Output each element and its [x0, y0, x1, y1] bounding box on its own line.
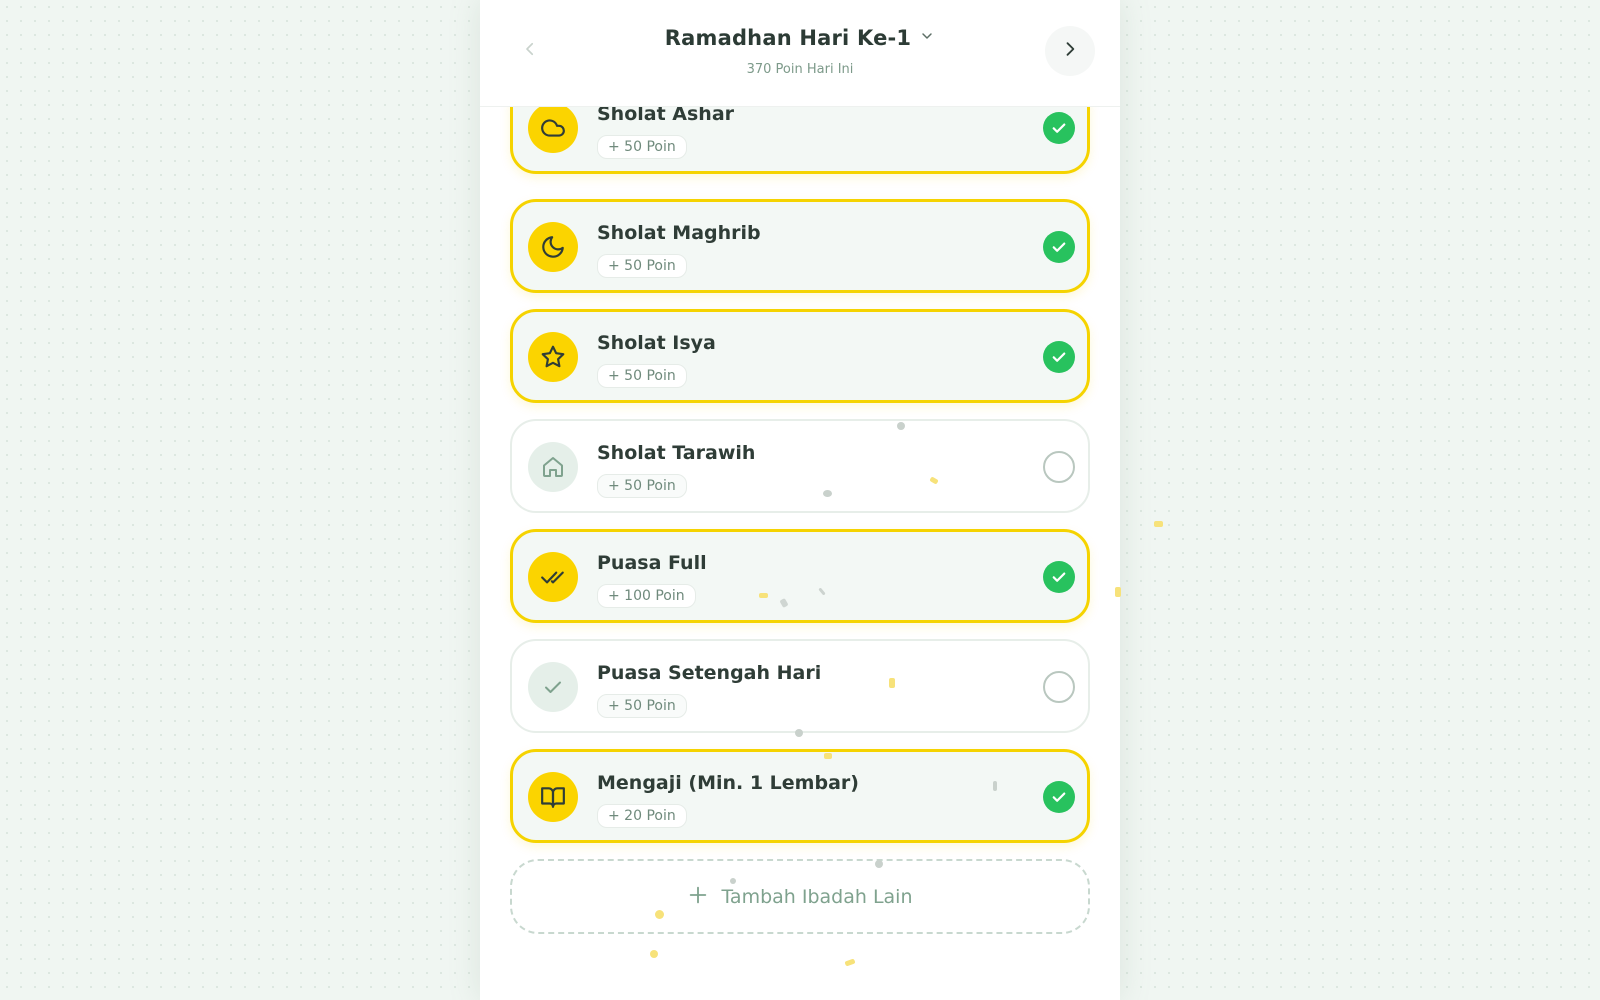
- points-badge: + 20 Poin: [597, 804, 687, 828]
- confetti-piece: [795, 729, 803, 737]
- daily-points: 370 Poin Hari Ini: [746, 62, 854, 77]
- chevron-right-icon: [1060, 39, 1080, 63]
- add-ibadah-button[interactable]: Tambah Ibadah Lain: [510, 859, 1090, 934]
- checked-icon[interactable]: [1043, 231, 1075, 263]
- confetti-piece: [655, 910, 664, 919]
- ibadah-card-mengaji[interactable]: Mengaji (Min. 1 Lembar) + 20 Poin: [510, 749, 1090, 843]
- checked-icon[interactable]: [1043, 112, 1075, 144]
- confetti-piece: [650, 950, 658, 958]
- moon-icon: [528, 222, 578, 272]
- confetti-piece: [730, 878, 736, 884]
- points-badge: + 100 Poin: [597, 584, 696, 608]
- points-badge: + 50 Poin: [597, 364, 687, 388]
- confetti-piece: [897, 422, 905, 430]
- star-icon: [528, 332, 578, 382]
- confetti-piece: [759, 593, 768, 598]
- confetti-piece: [1154, 521, 1163, 527]
- day-selector: Ramadhan Hari Ke-1 370 Poin Hari Ini: [480, 26, 1120, 77]
- ibadah-card-puasa-full[interactable]: Puasa Full + 100 Poin: [510, 529, 1090, 623]
- next-day-button[interactable]: [1045, 26, 1095, 76]
- confetti-piece: [844, 958, 856, 967]
- unchecked-circle-icon[interactable]: [1043, 671, 1075, 703]
- checked-icon[interactable]: [1043, 561, 1075, 593]
- app-screen: Sholat Ashar + 50 Poin Sholat Maghrib + …: [480, 0, 1120, 1000]
- ibadah-card-puasa-setengah-hari[interactable]: Puasa Setengah Hari + 50 Poin: [510, 639, 1090, 733]
- check-icon: [528, 662, 578, 712]
- chevron-down-icon: [919, 28, 935, 48]
- confetti-piece: [993, 781, 997, 791]
- add-ibadah-label: Tambah Ibadah Lain: [721, 885, 913, 908]
- checked-icon[interactable]: [1043, 341, 1075, 373]
- header: Ramadhan Hari Ke-1 370 Poin Hari Ini: [480, 0, 1120, 107]
- ibadah-title: Puasa Full: [597, 552, 707, 574]
- confetti-piece: [824, 753, 832, 759]
- confetti-piece: [875, 860, 883, 868]
- page-title: Ramadhan Hari Ke-1: [664, 26, 912, 50]
- unchecked-circle-icon[interactable]: [1043, 451, 1075, 483]
- double-check-icon: [528, 552, 578, 602]
- ibadah-title: Sholat Isya: [597, 332, 716, 354]
- points-badge: + 50 Poin: [597, 474, 687, 498]
- points-badge: + 50 Poin: [597, 694, 687, 718]
- book-icon: [528, 772, 578, 822]
- ibadah-card-sholat-maghrib[interactable]: Sholat Maghrib + 50 Poin: [510, 199, 1090, 293]
- points-badge: + 50 Poin: [597, 254, 687, 278]
- cloud-icon: [528, 103, 578, 153]
- plus-icon: [687, 884, 709, 910]
- ibadah-title: Sholat Maghrib: [597, 222, 761, 244]
- home-icon: [528, 442, 578, 492]
- points-badge: + 50 Poin: [597, 135, 687, 159]
- ibadah-card-sholat-isya[interactable]: Sholat Isya + 50 Poin: [510, 309, 1090, 403]
- confetti-piece: [889, 678, 895, 688]
- confetti-piece: [1115, 587, 1121, 597]
- ibadah-title: Sholat Tarawih: [597, 442, 756, 464]
- checked-icon[interactable]: [1043, 781, 1075, 813]
- day-dropdown[interactable]: Ramadhan Hari Ke-1: [665, 26, 936, 50]
- ibadah-card-sholat-tarawih[interactable]: Sholat Tarawih + 50 Poin: [510, 419, 1090, 513]
- ibadah-title: Puasa Setengah Hari: [597, 662, 822, 684]
- ibadah-title: Mengaji (Min. 1 Lembar): [597, 772, 859, 794]
- confetti-piece: [823, 490, 832, 497]
